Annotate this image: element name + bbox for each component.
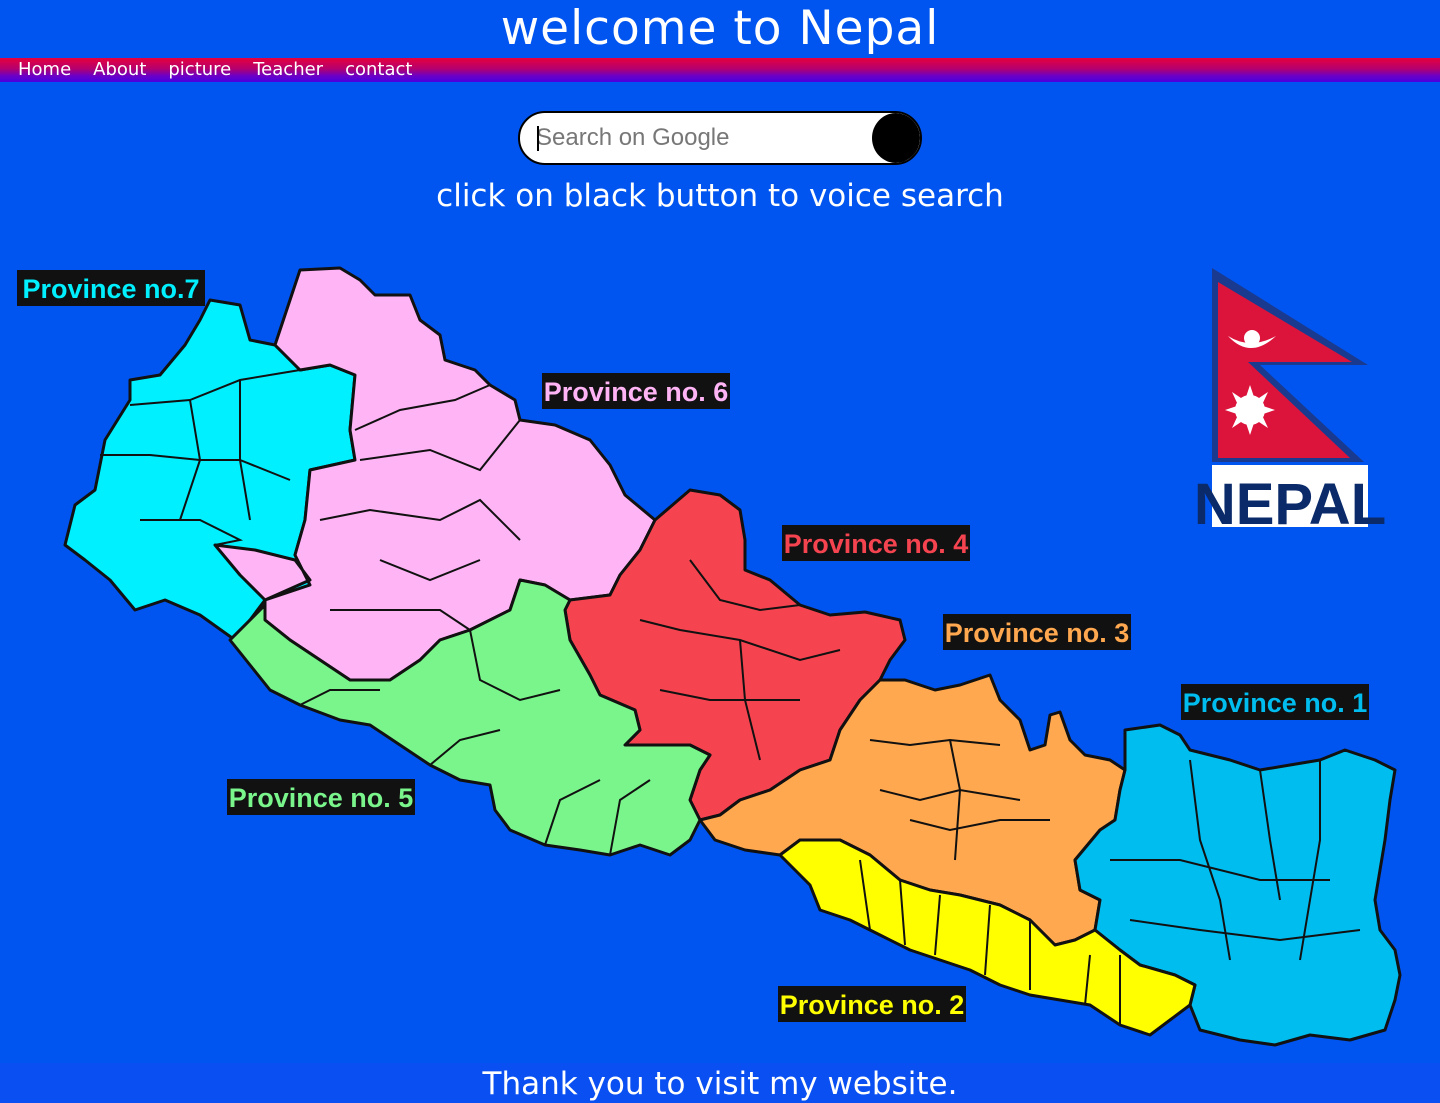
province-6-label: Province no. 6: [544, 377, 729, 407]
province-3-label: Province no. 3: [945, 618, 1130, 648]
voice-search-button[interactable]: [872, 113, 920, 163]
search-box: [518, 111, 922, 165]
navbar: Home About picture Teacher contact: [0, 58, 1440, 82]
voice-search-hint: click on black button to voice search: [436, 178, 1004, 214]
nav-contact-link[interactable]: contact: [345, 58, 412, 82]
nav-home-link[interactable]: Home: [18, 58, 71, 82]
province-4-label: Province no. 4: [784, 529, 969, 559]
nepal-map: Province no.7 Province no. 6 Province no…: [0, 240, 1440, 1062]
nav-about-link[interactable]: About: [93, 58, 146, 82]
site-header: welcome to Nepal: [0, 0, 1440, 58]
text-caret: [537, 126, 539, 151]
search-input[interactable]: [536, 113, 866, 163]
footer: Thank you to visit my website.: [0, 1063, 1440, 1103]
nepal-emblem-text: NEPAL: [1194, 472, 1386, 537]
nav-teacher-link[interactable]: Teacher: [253, 58, 323, 82]
province-7-label: Province no.7: [22, 274, 199, 304]
nepal-flag-icon: NEPAL: [1194, 268, 1386, 537]
province-1-label: Province no. 1: [1183, 688, 1368, 718]
province-5-label: Province no. 5: [229, 783, 414, 813]
province-2-label: Province no. 2: [780, 990, 965, 1020]
nav-picture-link[interactable]: picture: [168, 58, 231, 82]
site-title: welcome to Nepal: [500, 1, 940, 56]
